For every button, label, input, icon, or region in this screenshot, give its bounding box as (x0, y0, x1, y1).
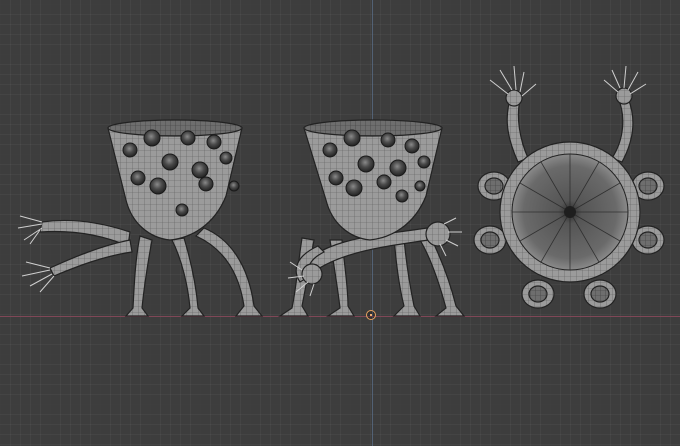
front-view-mesh[interactable] (17, 119, 264, 317)
side-view-mesh[interactable] (278, 119, 466, 317)
origin-cursor-icon[interactable] (366, 310, 376, 320)
model-views[interactable] (0, 0, 680, 446)
bottom-view-mesh[interactable] (473, 65, 665, 309)
3d-viewport[interactable] (0, 0, 680, 446)
